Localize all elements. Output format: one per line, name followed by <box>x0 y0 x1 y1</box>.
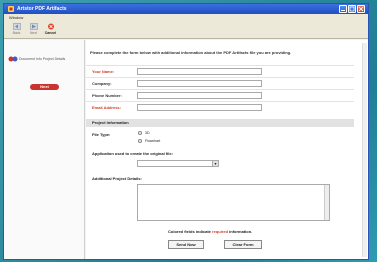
minimize-icon <box>341 10 345 11</box>
email-input[interactable] <box>137 104 262 111</box>
step-progress-icon <box>8 56 18 62</box>
window-title: Artstor PDF Artifacts <box>17 6 67 12</box>
field-row-email: Email Address: <box>86 101 354 113</box>
back-button[interactable]: Back <box>10 21 23 38</box>
field-row-name: Your Name: <box>86 65 354 77</box>
radio-flowchart[interactable] <box>138 139 142 143</box>
additional-details-textarea[interactable] <box>137 184 330 221</box>
send-now-button[interactable]: Send Now <box>168 240 204 249</box>
steps-indicator: Document Info Project Details <box>7 56 65 62</box>
required-note-prefix: Colored fields indicate <box>168 229 211 234</box>
phone-label: Phone Number: <box>92 93 122 98</box>
company-label: Company: <box>92 81 112 86</box>
company-input[interactable] <box>137 80 262 87</box>
sidebar: Document Info Project Details Next <box>4 40 85 259</box>
required-note: Colored fields indicate required informa… <box>168 229 252 234</box>
chevron-down-icon[interactable]: ▾ <box>212 161 218 166</box>
maximize-icon <box>349 6 355 12</box>
field-row-phone: Phone Number: <box>86 89 354 101</box>
menu-bar: Window <box>4 14 368 21</box>
textarea-scrollbar[interactable] <box>324 185 329 220</box>
intro-text: Please complete the form below with addi… <box>90 50 292 55</box>
close-button[interactable] <box>357 5 365 13</box>
your-name-input[interactable] <box>137 68 262 75</box>
file-type-label: File Type: <box>92 132 111 137</box>
app-icon <box>8 6 14 12</box>
file-type-3d-label: 3D <box>145 131 150 135</box>
close-icon <box>358 6 364 12</box>
back-icon <box>12 23 21 30</box>
file-type-option-flowchart[interactable]: Flowchart <box>138 139 160 143</box>
maximize-button[interactable] <box>348 5 356 13</box>
application-used-label: Application used to create the original … <box>92 151 173 156</box>
file-type-flowchart-label: Flowchart <box>145 139 161 143</box>
steps-text: Document Info Project Details <box>19 57 66 61</box>
required-note-suffix: information. <box>229 229 253 234</box>
cancel-button[interactable]: Cancel <box>44 21 57 38</box>
next-toolbar-button[interactable]: Next <box>27 21 40 38</box>
additional-details-label: Additional Project Details: <box>92 176 142 181</box>
email-label: Email Address: <box>92 105 121 110</box>
section-project-information: Project Information <box>86 119 354 127</box>
cancel-label: Cancel <box>44 31 57 35</box>
toolbar: Back Next Cancel <box>4 21 368 39</box>
content-scrollbar[interactable] <box>362 43 367 257</box>
radio-3d[interactable] <box>138 131 142 135</box>
phone-input[interactable] <box>137 92 262 99</box>
next-label: Next <box>29 31 38 35</box>
title-bar[interactable]: Artstor PDF Artifacts <box>4 4 368 14</box>
cancel-icon <box>47 23 54 30</box>
back-label: Back <box>12 31 21 35</box>
next-button[interactable]: Next <box>30 84 59 90</box>
menu-item-window[interactable]: Window <box>9 15 23 20</box>
clear-form-button[interactable]: Clear Form <box>224 240 262 249</box>
field-row-company: Company: <box>86 77 354 89</box>
forward-icon <box>29 23 38 30</box>
file-type-option-3d[interactable]: 3D <box>138 131 149 135</box>
your-name-label: Your Name: <box>92 69 115 74</box>
required-note-word: required <box>212 229 229 234</box>
form-panel: Please complete the form below with addi… <box>86 40 368 259</box>
app-window: Artstor PDF Artifacts Window Back Next C… <box>3 3 369 260</box>
application-select[interactable]: ▾ <box>137 160 219 167</box>
minimize-button[interactable] <box>339 5 347 13</box>
